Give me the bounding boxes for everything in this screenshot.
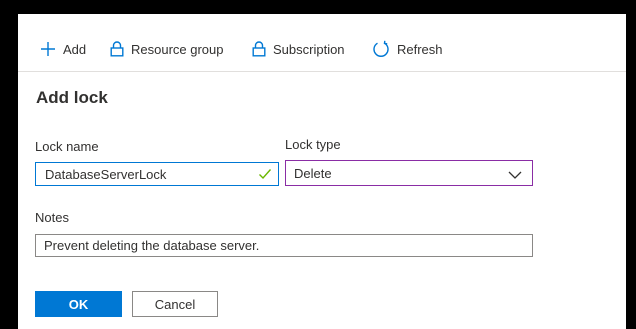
notes-value: Prevent deleting the database server. [44, 238, 260, 253]
resource-group-button[interactable]: Resource group [110, 38, 224, 60]
lock-type-label: Lock type [285, 137, 341, 152]
refresh-button[interactable]: Refresh [372, 38, 443, 60]
lock-name-input[interactable]: DatabaseServerLock [35, 162, 279, 186]
add-button[interactable]: Add [40, 38, 86, 60]
add-lock-panel: Add Resource group Subscription Refresh … [18, 14, 626, 329]
ok-button[interactable]: OK [35, 291, 122, 317]
lock-name-label: Lock name [35, 139, 99, 154]
refresh-label: Refresh [397, 41, 443, 57]
cancel-button[interactable]: Cancel [132, 291, 218, 317]
resource-group-label: Resource group [131, 41, 224, 57]
lock-type-value: Delete [294, 165, 332, 181]
add-label: Add [63, 41, 87, 57]
lock-icon [252, 41, 266, 57]
page-title: Add lock [36, 88, 108, 107]
lock-icon [110, 41, 124, 57]
subscription-button[interactable]: Subscription [252, 38, 345, 60]
subscription-label: Subscription [273, 41, 345, 57]
lock-type-dropdown[interactable]: Delete [285, 160, 533, 186]
notes-input[interactable]: Prevent deleting the database server. [35, 234, 533, 257]
refresh-icon [372, 40, 390, 58]
plus-icon [40, 41, 56, 57]
command-bar: Add Resource group Subscription Refresh [18, 14, 626, 72]
notes-label: Notes [35, 210, 69, 225]
checkmark-icon [258, 167, 272, 184]
lock-name-value: DatabaseServerLock [45, 166, 167, 182]
chevron-down-icon [508, 168, 522, 183]
